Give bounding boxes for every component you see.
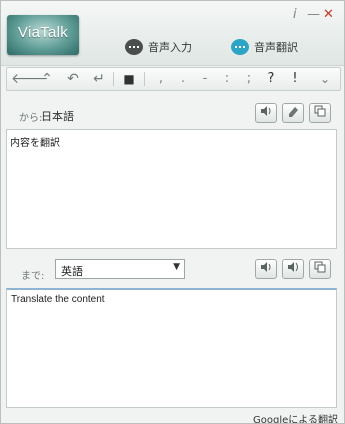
enter-icon[interactable]: ↵ [89, 69, 109, 89]
minimize-button[interactable]: — [307, 7, 320, 22]
speaker-icon [261, 262, 271, 272]
translation-credit: Googleによる翻訳 [253, 415, 338, 424]
voice-input-button[interactable]: 音声入力 [125, 37, 192, 57]
target-text-area[interactable]: Translate the content [6, 288, 337, 408]
voice-translate-label: 音声翻訳 [254, 41, 298, 54]
punct-period[interactable]: . [175, 69, 191, 89]
speak-source-button[interactable] [255, 103, 277, 123]
punct-dash[interactable]: - [197, 69, 213, 89]
eraser-icon [289, 107, 298, 117]
punct-colon[interactable]: : [219, 69, 235, 89]
target-language-select[interactable]: 英語 ▼ [55, 259, 185, 279]
app-logo: ViaTalk [7, 15, 79, 55]
source-language-label: 日本語 [41, 110, 74, 123]
copy-source-button[interactable] [309, 103, 331, 123]
source-text-area[interactable]: 内容を翻訳 [6, 129, 337, 249]
toolbar-divider [144, 72, 145, 86]
target-language-value: 英語 [61, 265, 83, 278]
panel-icon[interactable]: ■ [119, 69, 139, 89]
source-language-row: から: 日本語 [1, 99, 344, 127]
info-icon[interactable]: i [293, 7, 297, 22]
target-prefix-label: まで: [21, 271, 45, 282]
play-audio-button[interactable] [282, 259, 304, 279]
punct-semicolon[interactable]: ; [241, 69, 257, 89]
chevron-down-icon[interactable]: ⌄ [315, 69, 335, 89]
source-prefix-label: から: [19, 113, 43, 124]
copy-icon [314, 261, 326, 273]
speak-target-button[interactable] [255, 259, 277, 279]
voice-input-label: 音声入力 [148, 41, 192, 54]
viatalk-window: ViaTalk i — ✕ 音声入力 音声翻訳 🡐 ⌃ ↶ ↵ ■ , . - … [0, 0, 345, 424]
title-bar: ViaTalk i — ✕ 音声入力 音声翻訳 [1, 1, 344, 66]
undo-icon[interactable]: ↶ [63, 69, 83, 89]
target-text: Translate the content [11, 294, 105, 305]
toolbar-divider [113, 72, 114, 86]
speech-bubble-icon [125, 39, 143, 55]
dropdown-arrow-icon: ▼ [173, 262, 180, 272]
source-text: 内容を翻訳 [10, 138, 60, 149]
target-language-row: まで: 英語 ▼ [1, 255, 344, 285]
close-button[interactable]: ✕ [323, 7, 334, 22]
voice-translate-button[interactable]: 音声翻訳 [231, 37, 298, 57]
caret-up-icon[interactable]: ⌃ [37, 69, 57, 89]
toolbar: 🡐 ⌃ ↶ ↵ ■ , . - : ; ? ! ⌄ [6, 67, 341, 91]
copy-target-button[interactable] [309, 259, 331, 279]
speaker-icon [261, 106, 271, 116]
punct-comma[interactable]: , [153, 69, 169, 89]
logo-text: ViaTalk [17, 24, 69, 41]
punct-exclamation[interactable]: ! [287, 69, 303, 89]
back-arrow-icon[interactable]: 🡐 [11, 69, 49, 89]
volume-icon [288, 262, 298, 272]
punct-question[interactable]: ? [263, 69, 279, 89]
translate-bubble-icon [231, 39, 249, 55]
copy-icon [314, 105, 326, 117]
clear-source-button[interactable] [282, 103, 304, 123]
